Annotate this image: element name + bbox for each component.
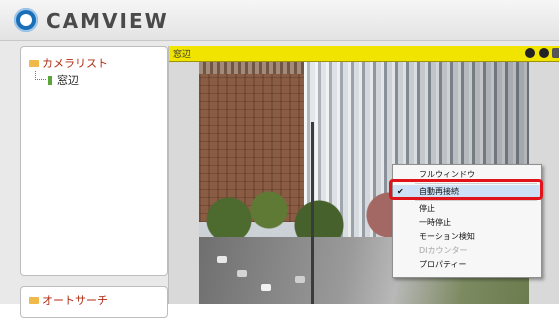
app-header: CAMVIEW (0, 0, 559, 41)
camera-icon (48, 76, 52, 85)
camera-list-label: カメラリスト (42, 57, 108, 70)
building-roofline (199, 62, 304, 74)
folder-icon (29, 297, 39, 304)
close-icon[interactable] (552, 48, 559, 58)
car (295, 276, 305, 283)
camera-list-root[interactable]: カメラリスト (29, 55, 108, 71)
menu-item-label: プロパティー (419, 260, 467, 269)
car (237, 270, 247, 277)
car (217, 256, 227, 263)
camview-window: CAMVIEW カメラリスト 窓辺 オートサーチ 窓辺 フルウィンドウ ✔ 自動… (0, 0, 559, 318)
tree-connector (35, 71, 46, 80)
camera-view-title: 窓辺 (173, 50, 192, 60)
autosearch-panel: オートサーチ (20, 286, 168, 318)
menu-item-motion-detection[interactable]: モーション検知 (393, 230, 541, 244)
camview-logo-icon (14, 8, 38, 32)
street-pole (311, 122, 314, 304)
menu-item-label: 一時停止 (419, 218, 451, 227)
menu-item-stop[interactable]: 停止 (393, 202, 541, 216)
menu-separator (415, 200, 537, 201)
app-title: CAMVIEW (46, 9, 169, 33)
highlight-box (389, 179, 543, 200)
menu-item-label: モーション検知 (419, 232, 475, 241)
menu-item-properties[interactable]: プロパティー (393, 258, 541, 272)
camera-item-label: 窓辺 (57, 74, 79, 87)
menu-item-pause[interactable]: 一時停止 (393, 216, 541, 230)
car (261, 284, 271, 291)
record-icon[interactable] (539, 48, 549, 58)
snapshot-icon[interactable] (525, 48, 535, 58)
camera-list-panel: カメラリスト 窓辺 (20, 46, 168, 276)
menu-item-di-counter: DIカウンター (393, 244, 541, 258)
camera-view-title-bar: 窓辺 (169, 46, 559, 62)
autosearch-label: オートサーチ (42, 294, 108, 307)
camera-list-item[interactable]: 窓辺 (35, 71, 79, 88)
autosearch-root[interactable]: オートサーチ (29, 292, 108, 308)
folder-icon (29, 60, 39, 67)
menu-item-label: DIカウンター (419, 246, 468, 255)
menu-item-label: 停止 (419, 204, 435, 213)
